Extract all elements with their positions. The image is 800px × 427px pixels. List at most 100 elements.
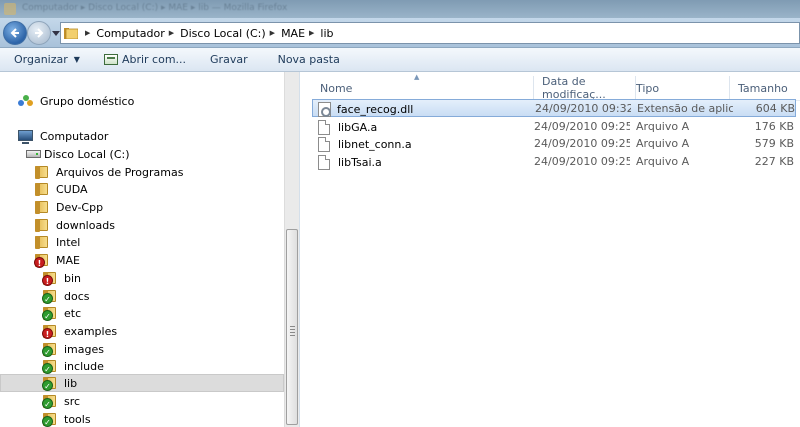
tree-item-folder[interactable]: CUDA	[34, 180, 88, 198]
file-icon	[318, 154, 330, 170]
organize-label: Organizar	[14, 53, 68, 66]
tree-item-label: downloads	[56, 218, 115, 232]
hard-drive-icon	[26, 146, 42, 162]
folder-icon	[34, 234, 50, 250]
file-type: Arquivo A	[636, 155, 690, 168]
tree-item-label: tools	[64, 412, 91, 426]
file-icon	[318, 119, 330, 135]
tree-item-folder[interactable]: Intel	[34, 233, 80, 251]
column-header-type[interactable]: Tipo	[628, 76, 730, 100]
column-header-name[interactable]: Nome	[312, 76, 534, 100]
address-bar[interactable]: ▶ Computador ▶ Disco Local (C:) ▶ MAE ▶ …	[60, 22, 800, 44]
file-date: 24/09/2010 09:32	[535, 102, 631, 115]
tree-item-label: include	[64, 359, 104, 373]
tree-item-subfolder[interactable]: ✓ include	[42, 357, 104, 375]
tree-item-folder[interactable]: Arquivos de Programas	[34, 163, 183, 181]
folder-icon	[34, 164, 50, 180]
folder-synced-icon: ✓	[42, 341, 58, 357]
arrow-right-icon	[35, 28, 44, 38]
tree-item-subfolder[interactable]: ✓ src	[42, 392, 80, 410]
navigation-scrollbar[interactable]	[284, 72, 299, 427]
tree-item-folder[interactable]: ! MAE	[34, 251, 80, 269]
computer-icon	[18, 128, 34, 144]
file-icon	[318, 136, 330, 152]
breadcrumb-mae[interactable]: MAE	[281, 27, 305, 40]
breadcrumb-separator-icon[interactable]: ▶	[309, 29, 314, 37]
file-type: Extensão de aplica...	[637, 102, 733, 115]
tree-item-homegroup[interactable]: Grupo doméstico	[18, 92, 134, 110]
tree-item-subfolder[interactable]: ✓ tools	[42, 410, 91, 427]
tree-item-subfolder[interactable]: ✓ docs	[42, 287, 90, 305]
file-size: 579 KB	[754, 137, 794, 150]
app-icon	[4, 3, 16, 15]
recent-pages-dropdown[interactable]	[52, 31, 60, 37]
scrollbar-thumb[interactable]	[286, 229, 298, 425]
file-row[interactable]: libGA.a 24/09/2010 09:25 Arquivo A 176 K…	[312, 118, 796, 136]
column-header-label: Nome	[320, 81, 353, 95]
file-type: Arquivo A	[636, 120, 690, 133]
file-row[interactable]: libTsai.a 24/09/2010 09:25 Arquivo A 227…	[312, 153, 796, 171]
folder-synced-icon: ✓	[42, 411, 58, 427]
breadcrumb-separator-icon[interactable]: ▶	[169, 29, 174, 37]
file-name: libGA.a	[338, 120, 378, 134]
file-size: 176 KB	[754, 120, 794, 133]
folder-conflict-icon: !	[34, 252, 50, 268]
tree-item-subfolder[interactable]: ✓ etc	[42, 304, 81, 322]
file-size: 227 KB	[754, 155, 794, 168]
breadcrumb-computador[interactable]: Computador	[96, 27, 164, 40]
window-title-bar[interactable]: Computador ▸ Disco Local (C:) ▸ MAE ▸ li…	[0, 0, 800, 18]
tree-item-label: Intel	[56, 235, 81, 249]
open-with-button[interactable]: Abrir com...	[96, 48, 194, 72]
new-folder-button[interactable]: Nova pasta	[270, 48, 348, 72]
open-with-label: Abrir com...	[121, 53, 187, 66]
tree-item-folder[interactable]: Dev-Cpp	[34, 198, 103, 216]
file-date: 24/09/2010 09:25	[534, 137, 630, 150]
tree-item-label: Arquivos de Programas	[56, 165, 184, 179]
back-button[interactable]	[3, 21, 27, 45]
tree-item-label: Dev-Cpp	[56, 200, 104, 214]
tree-item-subfolder[interactable]: ! examples	[42, 322, 117, 340]
folder-synced-icon: ✓	[42, 393, 58, 409]
tree-item-local-disk[interactable]: Disco Local (C:)	[26, 145, 130, 163]
burn-button[interactable]: Gravar	[202, 48, 256, 72]
grip-icon	[290, 326, 295, 338]
tree-item-subfolder[interactable]: ! bin	[42, 269, 81, 287]
file-type: Arquivo A	[636, 137, 690, 150]
arrow-left-icon	[10, 28, 19, 38]
column-header-label: Data de modificaç...	[542, 75, 606, 101]
navigation-bar: ▶ Computador ▶ Disco Local (C:) ▶ MAE ▶ …	[0, 18, 800, 48]
file-row-selected[interactable]: face_recog.dll 24/09/2010 09:32 Extensão…	[312, 99, 796, 117]
forward-button[interactable]	[27, 21, 51, 45]
breadcrumb-lib[interactable]: lib	[320, 27, 333, 40]
file-size: 604 KB	[755, 102, 795, 115]
breadcrumb-separator-icon[interactable]: ▶	[85, 29, 90, 37]
file-date: 24/09/2010 09:25	[534, 155, 630, 168]
file-name: libTsai.a	[338, 155, 382, 169]
folder-conflict-icon: !	[42, 323, 58, 339]
tree-item-computer[interactable]: Computador	[18, 127, 108, 145]
folder-synced-icon: ✓	[42, 358, 58, 374]
tree-item-folder[interactable]: downloads	[34, 216, 115, 234]
tree-item-label: Grupo doméstico	[40, 94, 135, 108]
tree-item-label: CUDA	[56, 182, 88, 196]
file-list-pane[interactable]: ▲ Nome Data de modificaç... Tipo Tamanho…	[300, 72, 800, 427]
navigation-pane[interactable]: Grupo doméstico Computador Disco Local (…	[0, 72, 300, 427]
folder-conflict-icon: !	[42, 270, 58, 286]
column-header-date[interactable]: Data de modificaç...	[534, 75, 636, 101]
tree-item-label: etc	[64, 306, 82, 320]
folder-synced-icon: ✓	[42, 305, 58, 321]
tree-item-label: docs	[64, 289, 90, 303]
column-header-size[interactable]: Tamanho	[730, 76, 800, 100]
tree-item-subfolder[interactable]: ✓ images	[42, 340, 104, 358]
file-row[interactable]: libnet_conn.a 24/09/2010 09:25 Arquivo A…	[312, 135, 796, 153]
tree-item-subfolder-selected[interactable]: ✓ lib	[42, 374, 77, 392]
folder-synced-icon: ✓	[42, 288, 58, 304]
tree-item-label: examples	[64, 324, 118, 338]
tree-item-label: Computador	[40, 129, 109, 143]
breadcrumb-disco-local[interactable]: Disco Local (C:)	[180, 27, 266, 40]
tree-item-label: bin	[64, 271, 82, 285]
file-name: libnet_conn.a	[338, 137, 412, 151]
organize-button[interactable]: Organizar ▼	[8, 48, 88, 72]
file-name: face_recog.dll	[337, 102, 414, 116]
breadcrumb-separator-icon[interactable]: ▶	[270, 29, 275, 37]
